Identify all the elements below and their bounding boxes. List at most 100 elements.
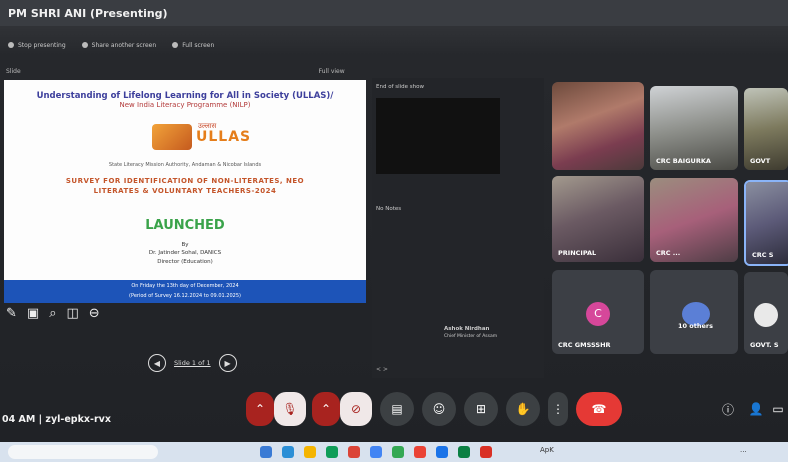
pen-icon[interactable]: ✎: [6, 306, 17, 321]
next-slide-preview: [376, 98, 500, 174]
person-role: Director (Education): [157, 258, 213, 265]
edge-icon[interactable]: [282, 446, 294, 458]
chat-button[interactable]: ▭: [768, 392, 788, 426]
mic-toggle-button[interactable]: 🎙: [274, 392, 306, 426]
participant-name: CRC S: [752, 251, 774, 259]
others-count: 10 others: [678, 322, 713, 330]
highlighter-icon[interactable]: ▣: [27, 306, 39, 321]
presenter-info: Ashok Nirdhan Chief Minister of Assam: [444, 326, 497, 340]
slide-counter[interactable]: Slide 1 of 1: [174, 359, 211, 367]
os-taskbar: ApK ...: [0, 442, 788, 462]
camera-options-button[interactable]: ⌃: [312, 392, 340, 426]
app-icon[interactable]: [348, 446, 360, 458]
app-icon[interactable]: [436, 446, 448, 458]
participant-tile[interactable]: GOVT: [744, 88, 788, 170]
fullscreen-icon: [172, 42, 179, 48]
subbar-left-label: Slide: [6, 67, 21, 75]
more-options-button[interactable]: ⋮: [548, 392, 568, 426]
app-icon[interactable]: [458, 446, 470, 458]
mic-off-icon: 🎙: [282, 402, 298, 416]
taskbar-search[interactable]: [8, 445, 158, 459]
chevron-up-icon: ⌃: [320, 402, 332, 416]
system-clock: ...: [740, 446, 747, 454]
participant-name: GOVT. S: [750, 341, 779, 349]
kebab-icon: ⋮: [552, 402, 564, 416]
info-button[interactable]: ⓘ: [716, 392, 740, 426]
ullas-logo: उल्लास ULLAS: [152, 122, 252, 152]
people-button[interactable]: 👤: [744, 392, 768, 426]
person-name: Dr. Jatinder Sohal, DANICS: [148, 250, 222, 257]
band-line-1: On Friday the 13th day of December, 2024: [131, 283, 239, 289]
presented-slide: Understanding of Lifelong Learning for A…: [4, 80, 366, 303]
laser-pointer-icon[interactable]: ◫: [66, 306, 78, 321]
participant-name: PRINCIPAL: [558, 249, 597, 257]
present-button[interactable]: ⊞: [464, 392, 498, 426]
participant-tile[interactable]: CRC S: [744, 180, 788, 266]
slide-subheading: New India Literacy Programme (NILP): [119, 100, 251, 109]
taskbar-app-label[interactable]: ApK: [540, 446, 554, 454]
ullas-logo-mark: [152, 124, 192, 150]
app-icon[interactable]: [480, 446, 492, 458]
hang-up-icon: ☎: [591, 402, 607, 416]
stop-presenting-button[interactable]: Stop presenting: [8, 42, 66, 49]
task-view-icon[interactable]: [260, 446, 272, 458]
info-icon: ⓘ: [721, 402, 734, 417]
previous-slide-button[interactable]: ◀: [148, 354, 166, 372]
people-icon: 👤: [748, 402, 764, 416]
subbar-right-label: Full view: [318, 67, 345, 75]
full-screen-button[interactable]: Full screen: [172, 42, 214, 49]
participant-name: GOVT: [750, 157, 771, 165]
captions-button[interactable]: ▤: [380, 392, 414, 426]
app-icon[interactable]: [370, 446, 382, 458]
presenter-name: Ashok Nirdhan: [444, 326, 490, 332]
file-explorer-icon[interactable]: [304, 446, 316, 458]
launched-text: LAUNCHED: [145, 218, 225, 233]
participant-tile[interactable]: PRINCIPAL: [552, 176, 644, 262]
more-options-icon[interactable]: ⊖: [89, 306, 100, 321]
app-icon[interactable]: [414, 446, 426, 458]
camera-off-icon: ⊘: [350, 402, 362, 416]
authority-text: State Literacy Mission Authority, Andama…: [108, 162, 262, 168]
chrome-icon[interactable]: [326, 446, 338, 458]
participant-avatar: C: [586, 301, 610, 326]
survey-title: SURVEY FOR IDENTIFICATION OF NON-LITERAT…: [24, 176, 346, 196]
emoji-button[interactable]: ☺: [422, 392, 456, 426]
participant-tile[interactable]: CRC ...: [650, 178, 738, 262]
others-tile[interactable]: 10 others: [650, 270, 738, 354]
captions-icon: ▤: [391, 402, 403, 416]
stop-icon: [8, 42, 14, 48]
participant-name: CRC GMSSSHR: [558, 341, 611, 349]
share-icon: [81, 42, 88, 48]
zoom-icon[interactable]: ⌕: [49, 306, 56, 321]
raise-hand-button[interactable]: ✋: [506, 392, 540, 426]
app-window: PM SHRI ANI (Presenting) Stop presenting…: [0, 0, 788, 462]
by-label: By: [181, 242, 189, 248]
logo-text: ULLAS: [196, 129, 252, 145]
chat-icon: ▭: [772, 402, 784, 416]
slide-navigation: ◀ Slide 1 of 1 ▶: [148, 354, 237, 372]
emoji-icon: ☺: [432, 402, 446, 416]
presenter-toolbar: Stop presenting Share another screen Ful…: [0, 34, 388, 56]
chevron-up-icon: ⌃: [254, 402, 266, 416]
window-title: PM SHRI ANI (Presenting): [8, 6, 168, 20]
mic-options-button[interactable]: ⌃: [246, 392, 274, 426]
participant-tile[interactable]: [552, 82, 644, 170]
share-another-button[interactable]: Share another screen: [81, 42, 156, 49]
leave-call-button[interactable]: ☎: [576, 392, 622, 426]
participant-tile[interactable]: C CRC GMSSSHR: [552, 270, 644, 354]
title-bar: PM SHRI ANI (Presenting): [0, 0, 788, 26]
participant-avatar: [754, 303, 778, 328]
camera-toggle-button[interactable]: ⊘: [340, 392, 372, 426]
presenter-title: Chief Minister of Assam: [444, 333, 498, 339]
by-block: By Dr. Jatinder Sohal, DANICS Director (…: [4, 241, 366, 266]
slide-subbar: Slide Full view: [0, 64, 376, 78]
app-icon[interactable]: [392, 446, 404, 458]
participant-tile[interactable]: GOVT. S: [744, 272, 788, 354]
present-icon: ⊞: [475, 402, 487, 416]
participant-name: CRC BAIGURKA: [656, 157, 711, 165]
panel-nav-arrows[interactable]: < >: [376, 366, 388, 373]
next-slide-button[interactable]: ▶: [218, 354, 237, 372]
date-band: On Friday the 13th day of December, 2024…: [4, 280, 366, 303]
band-line-2: (Period of Survey 16.12.2024 to 09.01.20…: [129, 293, 241, 299]
participant-tile[interactable]: CRC BAIGURKA: [650, 86, 738, 170]
